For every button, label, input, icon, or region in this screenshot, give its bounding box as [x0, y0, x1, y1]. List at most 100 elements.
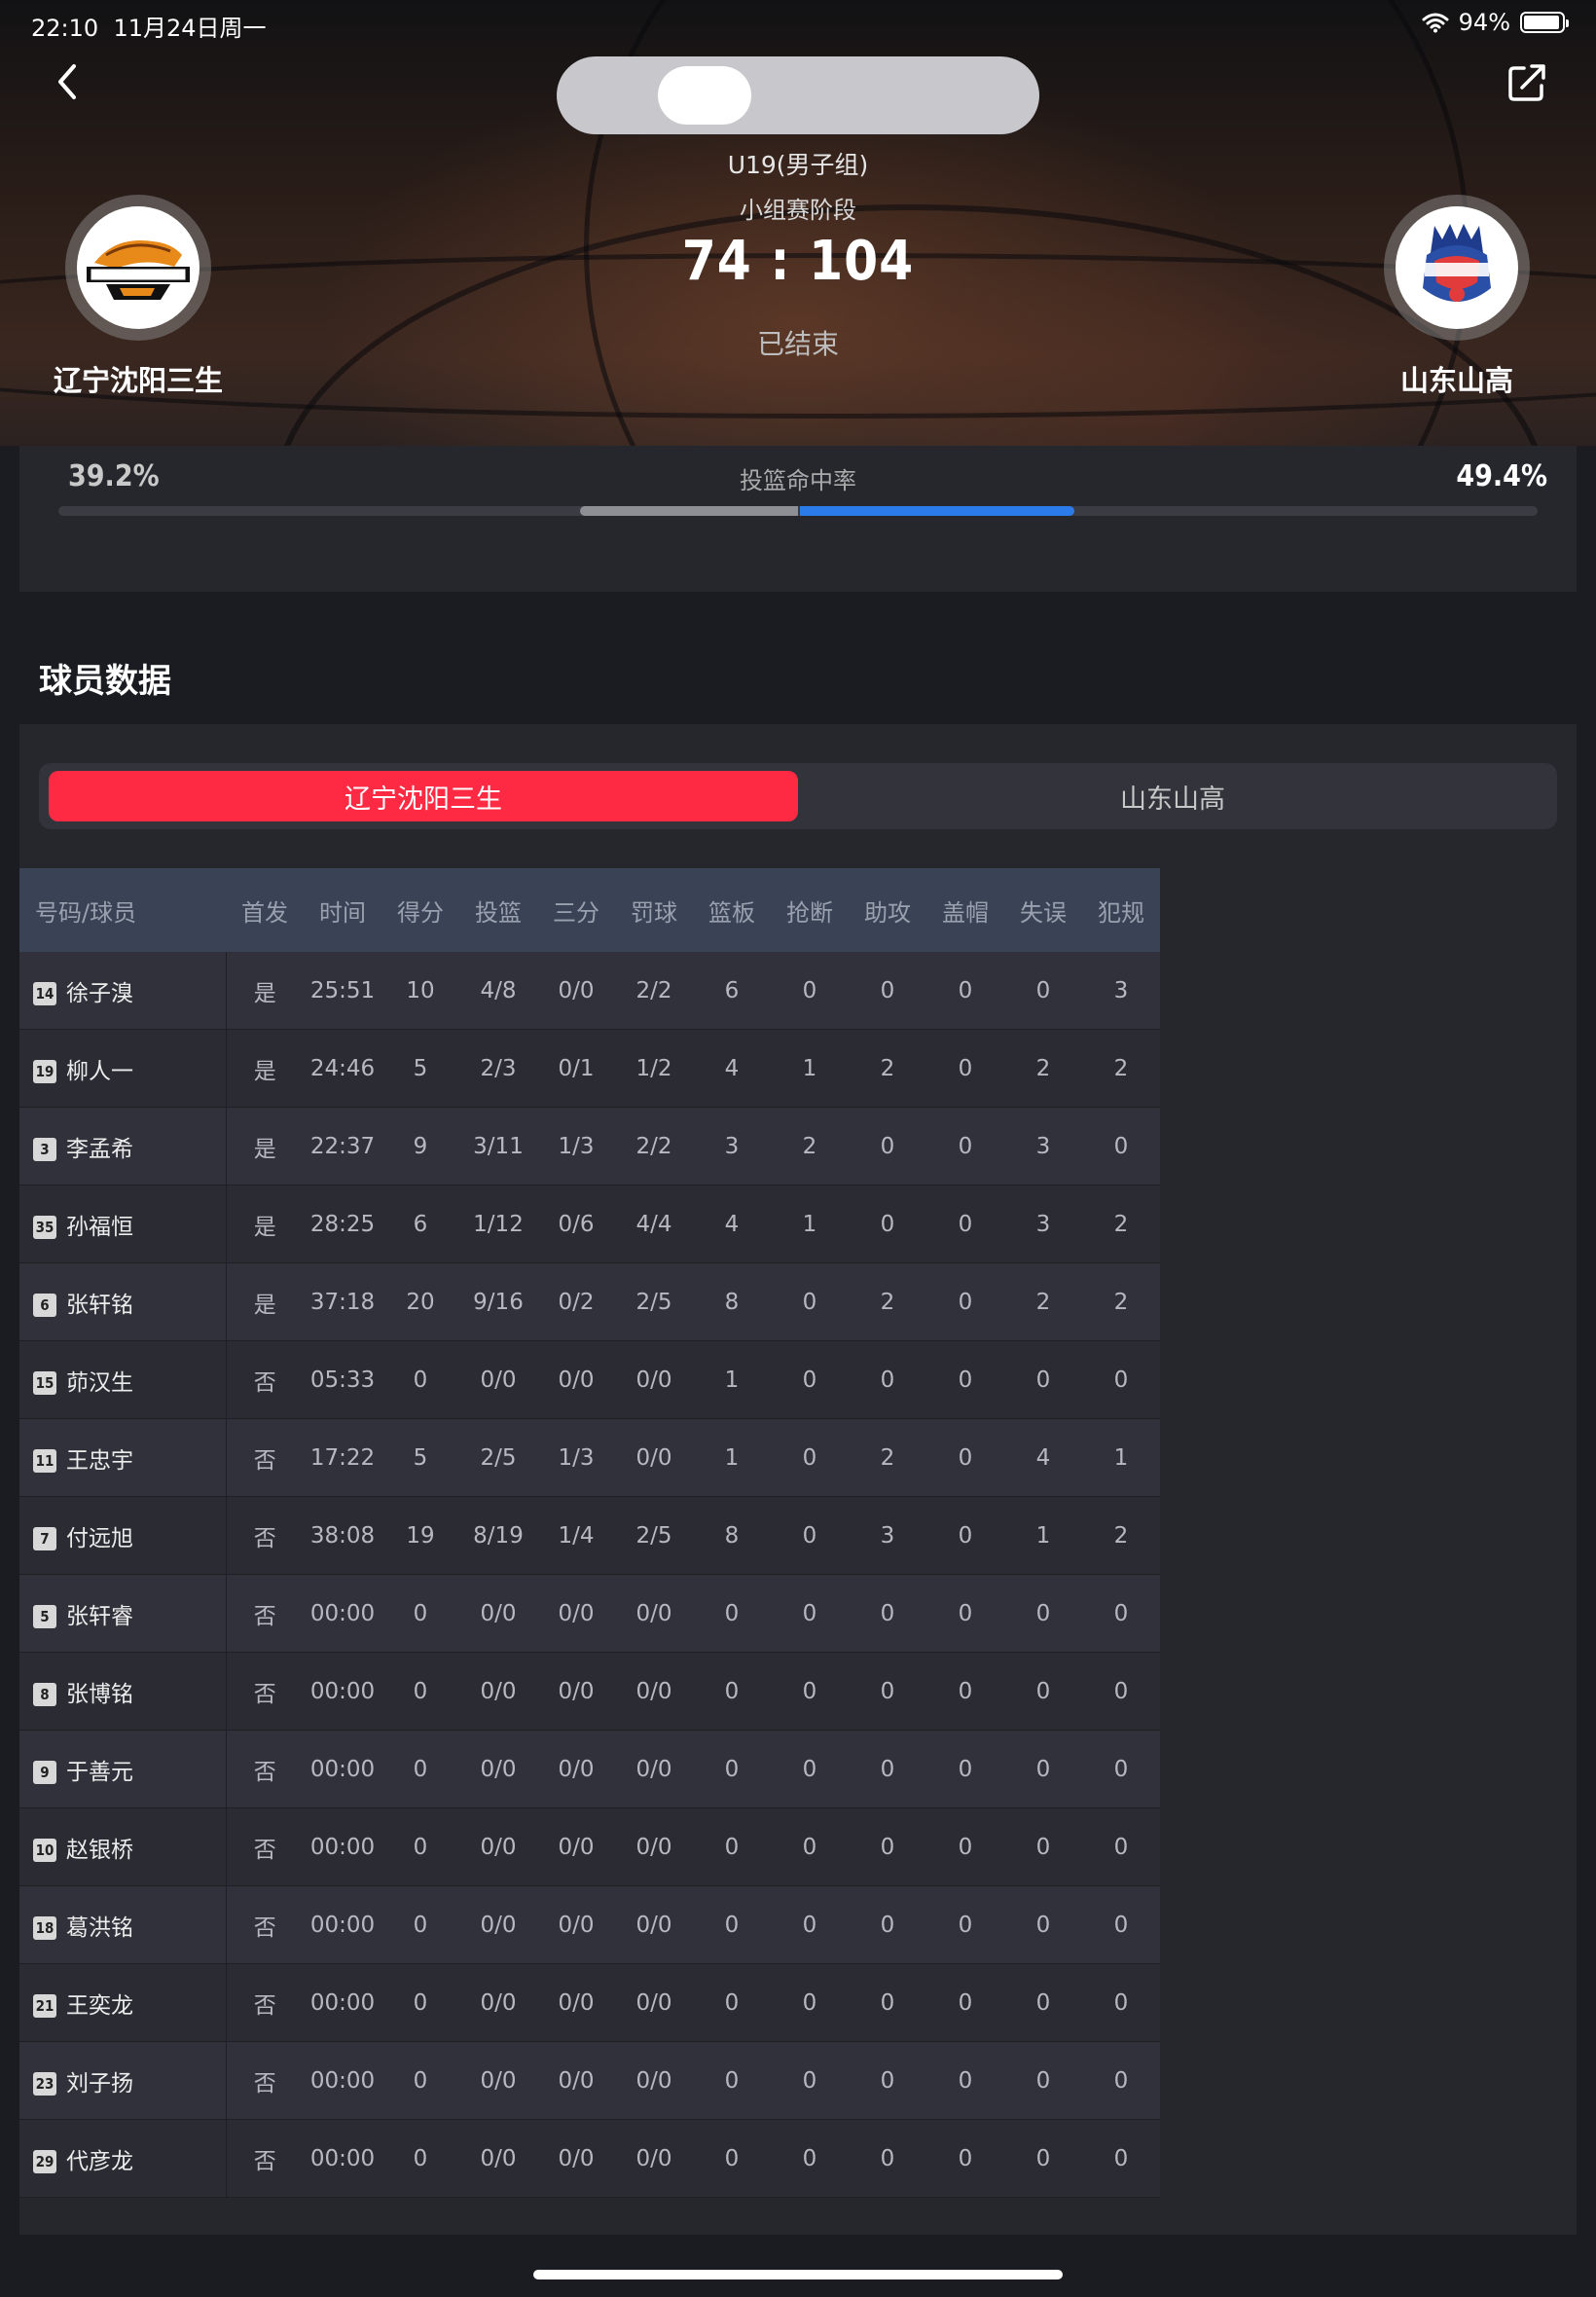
table-row[interactable]: 8 张博铭否 00:00 0 0/0 0/0 0/0 0 0 0 0 0 0: [19, 1652, 1160, 1731]
stat-cell: 1/12: [459, 1185, 537, 1263]
stat-cell: 8: [693, 1496, 771, 1575]
table-row[interactable]: 6 张轩铭是 37:18 20 9/16 0/2 2/5 8 0 2 0 2 2: [19, 1262, 1160, 1341]
player-cell[interactable]: 8 张博铭: [19, 1652, 227, 1731]
jersey-number-badge: 15: [33, 1371, 56, 1395]
table-row[interactable]: 21 王奕龙否 00:00 0 0/0 0/0 0/0 0 0 0 0 0 0: [19, 1963, 1160, 2042]
column-header: 助攻: [849, 868, 926, 952]
stat-cell: 0: [1082, 1730, 1160, 1808]
player-cell[interactable]: 10 赵银桥: [19, 1807, 227, 1886]
stat-cell: 19: [381, 1496, 459, 1575]
player-name: 李孟希: [66, 1136, 133, 1162]
stat-cell: 0: [849, 1574, 926, 1653]
table-row[interactable]: 11 王忠宇否 17:22 5 2/5 1/3 0/0 1 0 2 0 4 1: [19, 1418, 1160, 1497]
player-cell[interactable]: 9 于善元: [19, 1730, 227, 1808]
stat-cell: 2: [771, 1107, 849, 1185]
stat-cell: 否: [226, 1807, 304, 1886]
stat-cell: 0: [926, 1029, 1004, 1108]
away-team-logo[interactable]: [1384, 195, 1530, 341]
column-header: 罚球: [615, 868, 693, 952]
stat-cell: 0/0: [615, 1963, 693, 2042]
stat-cell: 0: [381, 1963, 459, 2042]
battery-icon: [1520, 12, 1569, 33]
table-row[interactable]: 14 徐子溴是 25:51 10 4/8 0/0 2/2 6 0 0 0 0 3: [19, 952, 1160, 1030]
stat-cell: 0: [771, 2119, 849, 2198]
table-row[interactable]: 23 刘子扬否 00:00 0 0/0 0/0 0/0 0 0 0 0 0 0: [19, 2041, 1160, 2120]
share-icon[interactable]: [1505, 60, 1549, 105]
jersey-number-badge: 14: [33, 982, 56, 1005]
table-row[interactable]: 35 孙福恒 是 28:25 6 1/12 0/6 4/4 4 1 0 0 3 2: [19, 1185, 1160, 1263]
segmented-toggle[interactable]: [557, 56, 1039, 134]
stat-cell: 0: [1082, 2119, 1160, 2198]
player-cell[interactable]: 14 徐子溴: [19, 952, 227, 1030]
table-row[interactable]: 9 于善元否 00:00 0 0/0 0/0 0/0 0 0 0 0 0 0: [19, 1730, 1160, 1808]
player-cell[interactable]: 19 柳人一: [19, 1029, 227, 1108]
status-time: 22:10: [31, 15, 99, 42]
table-row[interactable]: 19 柳人一是 24:46 5 2/3 0/1 1/2 4 1 2 0 2 2: [19, 1029, 1160, 1108]
player-cell[interactable]: 21 王奕龙: [19, 1963, 227, 2042]
player-cell[interactable]: 18 葛洪铭: [19, 1885, 227, 1964]
toggle-knob[interactable]: [658, 66, 751, 125]
tab-away-team[interactable]: 山东山高: [798, 771, 1547, 821]
stat-cell: 2: [1004, 1029, 1082, 1108]
jersey-number-badge: 21: [33, 1994, 56, 2018]
table-row[interactable]: 5 张轩睿否 00:00 0 0/0 0/0 0/0 0 0 0 0 0 0: [19, 1574, 1160, 1653]
stat-cell: 0/0: [615, 1885, 693, 1964]
stat-cell: 2/5: [615, 1262, 693, 1341]
stat-cell: 0: [771, 1418, 849, 1497]
home-team-logo[interactable]: [65, 195, 211, 341]
stat-cell: 0: [926, 1807, 1004, 1886]
stat-cell: 3: [849, 1496, 926, 1575]
stat-cell: 0: [1004, 1963, 1082, 2042]
table-row[interactable]: 3 李孟希是 22:37 9 3/11 1/3 2/2 3 2 0 0 3 0: [19, 1107, 1160, 1185]
player-cell[interactable]: 5 张轩睿: [19, 1574, 227, 1653]
player-cell[interactable]: 29 代彦龙: [19, 2119, 227, 2198]
table-row[interactable]: 15 茆汉生否 05:33 0 0/0 0/0 0/0 1 0 0 0 0 0: [19, 1340, 1160, 1419]
player-cell[interactable]: 3 李孟希: [19, 1107, 227, 1185]
player-name: 于善元: [66, 1759, 133, 1785]
stat-cell: 5: [381, 1418, 459, 1497]
player-cell[interactable]: 15 茆汉生: [19, 1340, 227, 1419]
tab-home-team[interactable]: 辽宁沈阳三生: [49, 771, 798, 821]
box-score-table: 号码/球员 首发 时间 得分 投篮 三分 罚球 篮板 抢断 助攻 盖帽 失误 犯规 14 徐子溴是 25:5…: [19, 868, 1160, 2198]
stat-cell: 0: [926, 1262, 1004, 1341]
table-row[interactable]: 7 付远旭否 38:08 19 8/19 1/4 2/5 8 0 3 0 1 2: [19, 1496, 1160, 1575]
stat-cell: 0: [1082, 1885, 1160, 1964]
stat-cell: 1/3: [537, 1107, 615, 1185]
stat-cell: 0/0: [537, 1730, 615, 1808]
player-cell[interactable]: 23 刘子扬: [19, 2041, 227, 2120]
stat-cell: 1: [693, 1418, 771, 1497]
column-header: 篮板: [693, 868, 771, 952]
stat-cell: 0: [1004, 1807, 1082, 1886]
player-name: 葛洪铭: [66, 1914, 133, 1941]
stat-cell: 0: [849, 2119, 926, 2198]
stat-cell: 0: [1004, 1652, 1082, 1731]
player-cell[interactable]: 6 张轩铭: [19, 1262, 227, 1341]
jersey-number-badge: 23: [33, 2072, 56, 2096]
table-row[interactable]: 18 葛洪铭否 00:00 0 0/0 0/0 0/0 0 0 0 0 0 0: [19, 1885, 1160, 1964]
player-cell[interactable]: 35 孙福恒: [19, 1185, 227, 1263]
stat-cell: 0: [771, 1496, 849, 1575]
jersey-number-badge: 10: [33, 1839, 56, 1862]
jersey-number-badge: 5: [33, 1605, 56, 1628]
stat-cell: 3/11: [459, 1107, 537, 1185]
home-indicator[interactable]: [533, 2270, 1063, 2279]
stat-cell: 2: [1082, 1496, 1160, 1575]
stat-cell: 否: [226, 1574, 304, 1653]
away-team-name: 山东山高: [1399, 364, 1513, 397]
stat-cell: 2/5: [615, 1496, 693, 1575]
stat-cell: 0: [771, 1963, 849, 2042]
stat-cell: 0: [693, 1885, 771, 1964]
column-header: 时间: [304, 868, 381, 952]
player-name: 付远旭: [66, 1525, 133, 1551]
stat-cell: 否: [226, 2119, 304, 2198]
table-row[interactable]: 29 代彦龙否 00:00 0 0/0 0/0 0/0 0 0 0 0 0 0: [19, 2119, 1160, 2198]
chevron-left-icon[interactable]: [49, 58, 88, 105]
stat-cell: 1: [1082, 1418, 1160, 1497]
player-cell[interactable]: 11 王忠宇: [19, 1418, 227, 1497]
table-row[interactable]: 10 赵银桥否 00:00 0 0/0 0/0 0/0 0 0 0 0 0 0: [19, 1807, 1160, 1886]
stat-cell: 0: [1004, 1885, 1082, 1964]
stat-cell: 0: [1082, 1340, 1160, 1419]
column-header: 首发: [226, 868, 304, 952]
player-cell[interactable]: 7 付远旭: [19, 1496, 227, 1575]
stat-cell: 否: [226, 1963, 304, 2042]
